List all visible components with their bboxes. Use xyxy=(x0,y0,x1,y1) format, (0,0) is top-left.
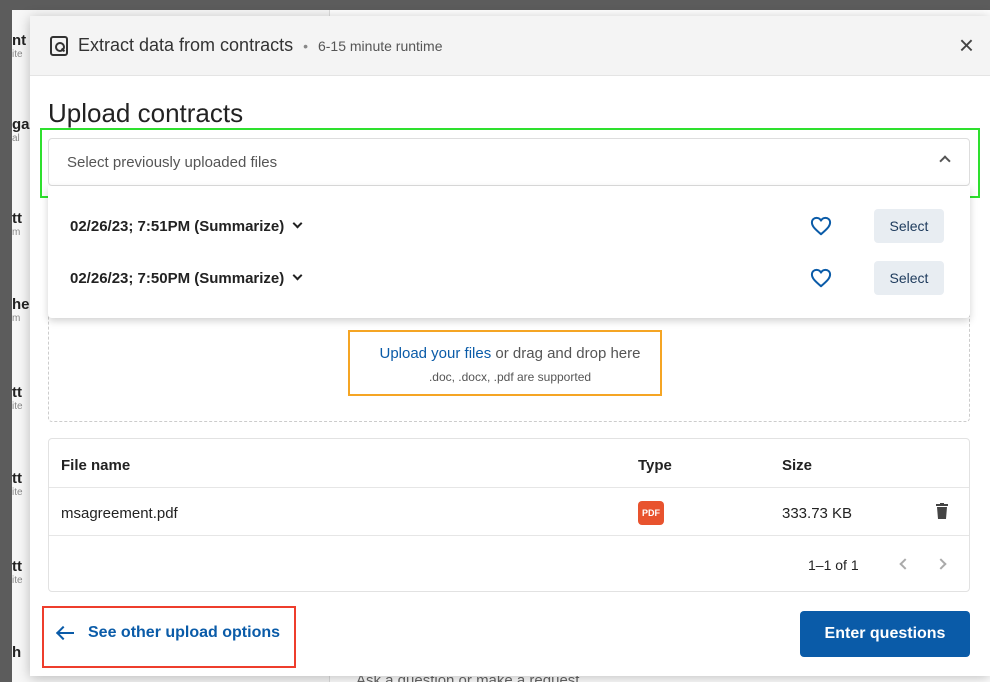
table-divider xyxy=(49,487,969,488)
previous-files-dropdown: 02/26/23; 7:51PM (Summarize) Select 02/2… xyxy=(48,186,970,318)
previous-upload-label[interactable]: 02/26/23; 7:51PM (Summarize) xyxy=(70,218,284,235)
title-separator: • xyxy=(303,37,308,54)
file-size-cell: 333.73 KB xyxy=(782,505,853,522)
modal-title: Extract data from contracts xyxy=(78,35,294,55)
column-header-size: Size xyxy=(782,457,813,474)
select-button[interactable]: Select xyxy=(874,261,944,295)
background-overlay-left xyxy=(0,0,12,682)
column-header-type: Type xyxy=(638,457,672,474)
previous-upload-label[interactable]: 02/26/23; 7:50PM (Summarize) xyxy=(70,270,284,287)
heart-icon[interactable] xyxy=(810,216,832,236)
chevron-right-icon[interactable] xyxy=(935,558,947,570)
pagination-label: 1–1 of 1 xyxy=(808,557,859,573)
list-item: 02/26/23; 7:51PM (Summarize) Select xyxy=(48,200,970,252)
file-name-cell: msagreement.pdf xyxy=(61,505,178,522)
highlight-box-red xyxy=(42,606,296,668)
pdf-file-icon: PDF xyxy=(638,501,664,525)
files-table: File name Type Size msagreement.pdf PDF … xyxy=(48,438,970,592)
background-overlay-top xyxy=(0,0,990,10)
heart-icon[interactable] xyxy=(810,268,832,288)
column-header-name: File name xyxy=(61,457,131,474)
close-icon[interactable]: × xyxy=(959,32,974,58)
trash-icon[interactable] xyxy=(936,503,948,519)
select-button[interactable]: Select xyxy=(874,209,944,243)
upload-modal: Extract data from contracts • 6-15 minut… xyxy=(30,16,990,676)
chevron-down-icon[interactable] xyxy=(292,270,303,280)
modal-header: Extract data from contracts • 6-15 minut… xyxy=(30,16,990,76)
document-search-icon xyxy=(50,35,68,56)
chevron-left-icon[interactable] xyxy=(899,558,911,570)
list-item: 02/26/23; 7:50PM (Summarize) Select xyxy=(48,252,970,304)
chevron-down-icon[interactable] xyxy=(292,218,303,228)
highlight-box-orange xyxy=(348,330,662,396)
enter-questions-button[interactable]: Enter questions xyxy=(800,611,970,657)
table-divider xyxy=(49,535,969,536)
section-title: Upload contracts xyxy=(48,98,244,128)
runtime-label: 6-15 minute runtime xyxy=(317,37,443,54)
